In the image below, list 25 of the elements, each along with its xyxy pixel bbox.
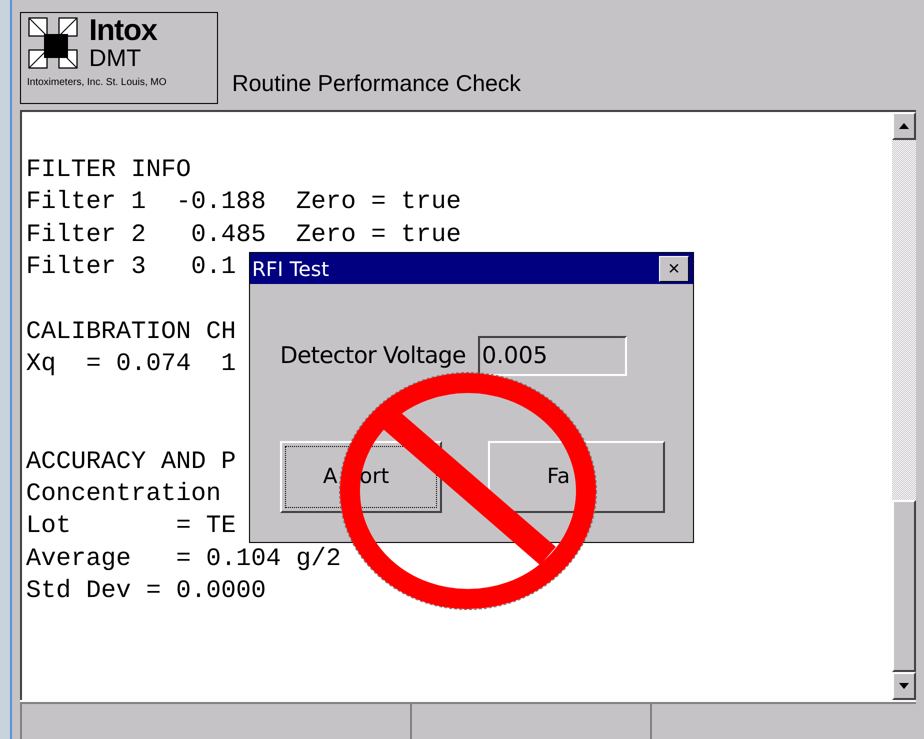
report-line: Std Dev = 0.0000 <box>26 575 266 608</box>
logo-caption: Intoximeters, Inc. St. Louis, MO <box>27 78 168 88</box>
report-line: Filter 2 0.485 Zero = true <box>26 218 462 251</box>
scroll-thumb[interactable] <box>892 500 916 672</box>
logo-name: Intox <box>89 16 157 46</box>
field-label: Detector Voltage <box>280 342 466 371</box>
report-line: Concentration <box>26 478 222 510</box>
report-line: CALIBRATION CH <box>26 316 236 348</box>
detector-voltage-field[interactable]: 0.005 <box>478 336 627 376</box>
down-arrow-icon <box>899 683 909 689</box>
report-line: Xq = 0.074 1 <box>26 348 236 380</box>
dialog-title: RFI Test <box>252 258 330 278</box>
up-arrow-icon <box>899 123 909 129</box>
report-line: FILTER INFO <box>26 154 192 186</box>
report-line: Lot = TE <box>26 510 236 542</box>
scrollbar[interactable] <box>892 112 916 700</box>
report-line: ACCURACY AND P <box>26 446 236 478</box>
close-button[interactable]: × <box>659 256 689 282</box>
report-line: Average = 0.104 g/2 <box>26 542 342 575</box>
scroll-down-button[interactable] <box>892 672 916 700</box>
logo-model: DMT <box>89 47 142 71</box>
window-title: Routine Performance Check <box>232 68 521 98</box>
scroll-up-button[interactable] <box>892 112 916 140</box>
report-line: Filter 1 -0.188 Zero = true <box>26 186 462 218</box>
report-line: Filter 3 0.1 <box>26 251 236 284</box>
